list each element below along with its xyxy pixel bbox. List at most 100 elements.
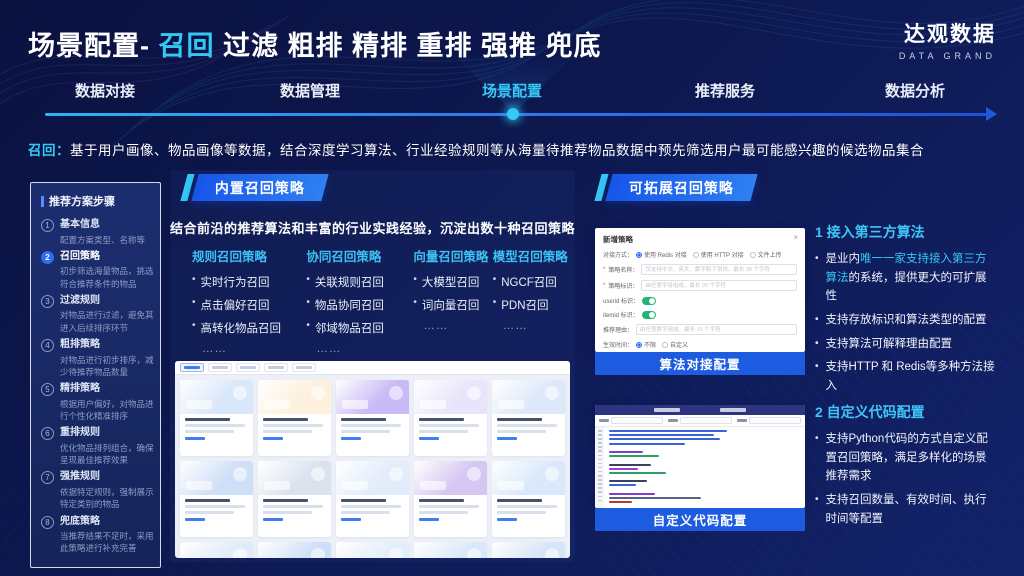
builtin-tab-badge: 内置召回策略: [184, 174, 325, 201]
step-number: 3: [41, 295, 54, 308]
radio-icon: [662, 342, 668, 348]
title-prefix: 场景配置-: [28, 31, 159, 61]
card-text-bar: [419, 511, 468, 514]
card-illustration: [258, 542, 331, 558]
feature-point-title: 2 自定义代码配置: [815, 402, 997, 422]
step-title: 过滤规则: [60, 294, 155, 308]
strategy-card[interactable]: [414, 542, 487, 558]
timeline-arrow-icon: [986, 107, 997, 121]
card-body: [414, 495, 487, 521]
card-text-bar: [341, 511, 390, 514]
bullet-icon: •: [413, 274, 417, 290]
recall-text: 基于用户画像、物品画像等数据，结合深度学习算法、行业经验规则等从海量待推荐物品数…: [70, 143, 924, 158]
gallery-tab[interactable]: [236, 363, 260, 372]
feature-bullet: •支持召回数量、有效时间、执行时间等配置: [815, 491, 997, 528]
step-desc: 当推荐结果不足时，采用此策略进行补充完善: [60, 530, 155, 555]
step-title: 重排规则: [60, 426, 155, 440]
itemid-toggle[interactable]: [642, 311, 656, 319]
strategy-name-input[interactable]: 仅支持中文、英文、数字和下划线，最长 30 个字符: [641, 264, 797, 275]
sidebar-step[interactable]: 6重排规则优化物品排列组合，确保呈现最佳推荐效果: [41, 426, 154, 466]
code-editor-fields: [595, 415, 805, 427]
step-number: 6: [41, 427, 54, 440]
strategy-card[interactable]: [492, 461, 565, 537]
strategy-name-label: 策略名称：: [608, 265, 638, 274]
step-body: 兜底策略当推荐结果不足时，采用此策略进行补充完善: [60, 515, 155, 555]
close-icon[interactable]: ×: [793, 233, 798, 242]
strategy-card[interactable]: [336, 542, 409, 558]
effective-time-option[interactable]: 不限: [636, 340, 656, 349]
card-text-bar: [497, 430, 546, 433]
recall-item: •点击偏好召回: [192, 297, 306, 313]
strategy-key-label: 策略标识：: [608, 281, 638, 290]
card-text-bar: [419, 499, 464, 502]
userid-toggle[interactable]: [642, 297, 656, 305]
gallery-tab[interactable]: [180, 363, 204, 372]
strategy-gallery-screenshot: [175, 361, 570, 558]
effective-time-option[interactable]: 自定义: [662, 340, 688, 349]
sidebar-step[interactable]: 1 基本信息配置方案类型、名称等: [41, 218, 154, 246]
sidebar-step[interactable]: 7强推规则依据特定规则，强制展示特定类别的物品: [41, 470, 154, 510]
card-illustration: [492, 461, 565, 495]
timeline-active-dot: [507, 108, 519, 120]
strategy-card[interactable]: [180, 461, 253, 537]
gallery-tab[interactable]: [264, 363, 288, 372]
nav-item-3[interactable]: 场景配置: [482, 80, 542, 101]
sidebar-step[interactable]: 3 过滤规则对物品进行过滤，避免其进入后续排序环节: [41, 294, 154, 334]
card-text-bar: [341, 418, 386, 421]
nav-item-2[interactable]: 数据管理: [280, 80, 340, 101]
recall-item-more: ……: [192, 343, 306, 355]
card-illustration: [180, 542, 253, 558]
effective-time-label: 生效时间：: [603, 340, 633, 349]
recall-item: •物品协同召回: [306, 297, 413, 313]
step-body: 基本信息配置方案类型、名称等: [60, 218, 155, 246]
feature-point-1: 1 接入第三方算法•是业内唯一一家支持接入第三方算法的系统，提供更大的可扩展性•…: [815, 222, 997, 400]
strategy-card[interactable]: [492, 380, 565, 456]
nav-item-5[interactable]: 数据分析: [885, 80, 945, 101]
strategy-card[interactable]: [414, 461, 487, 537]
card-text-bar: [497, 505, 557, 508]
connect-mode-option[interactable]: 使用 HTTP 对接: [693, 250, 744, 259]
step-body: 精排策略根据用户偏好，对物品进行个性化精准排序: [60, 382, 155, 422]
card-illustration: [414, 542, 487, 558]
sidebar-step[interactable]: 4粗排策略对物品进行初步排序，减少待推荐物品数量: [41, 338, 154, 378]
nav-item-1[interactable]: 数据对接: [75, 80, 135, 101]
strategy-card[interactable]: [258, 461, 331, 537]
card-body: [336, 495, 409, 521]
strategy-card[interactable]: [180, 542, 253, 558]
strategy-key-input[interactable]: 由任意字母组成，最长 20 个字符: [641, 280, 797, 291]
connect-mode-option[interactable]: 使用 Redis 对接: [636, 250, 687, 259]
nav-item-4[interactable]: 推荐服务: [695, 80, 755, 101]
card-illustration: [336, 380, 409, 414]
step-desc: 对物品进行过滤，避免其进入后续排序环节: [60, 309, 155, 334]
strategy-card[interactable]: [258, 380, 331, 456]
bullet-icon: •: [815, 251, 819, 306]
card-illustration: [336, 461, 409, 495]
strategy-card[interactable]: [336, 461, 409, 537]
sidebar-step[interactable]: 8兜底策略当推荐结果不足时，采用此策略进行补充完善: [41, 515, 154, 555]
add-strategy-modal-screenshot: 新增策略 × 对接方式： 使用 Redis 对接使用 HTTP 对接文件上传 *…: [595, 228, 805, 352]
recall-item-label: 点击偏好召回: [201, 297, 270, 313]
card-text-bar: [263, 505, 323, 508]
sidebar-step[interactable]: 2召回策略初步筛选海量物品，挑选符合推荐条件的物品: [41, 250, 154, 290]
sidebar-step[interactable]: 5精排策略根据用户偏好，对物品进行个性化精准排序: [41, 382, 154, 422]
gallery-tab[interactable]: [208, 363, 232, 372]
recall-item-label: 物品协同召回: [315, 297, 384, 313]
strategy-card[interactable]: [180, 380, 253, 456]
recommendation-steps-sidebar: 推荐方案步骤 1基本信息配置方案类型、名称等2召回策略初步筛选海量物品，挑选符合…: [30, 182, 161, 568]
recall-column: 向量召回策略•大模型召回•词向量召回……: [413, 246, 492, 362]
connect-mode-label: 对接方式：: [603, 250, 633, 259]
strategy-card[interactable]: [336, 380, 409, 456]
connect-mode-option[interactable]: 文件上传: [750, 250, 782, 259]
strategy-card[interactable]: [414, 380, 487, 456]
bullet-pre: 是业内: [826, 253, 861, 265]
step-number: 1: [41, 219, 54, 232]
strategy-card[interactable]: [258, 542, 331, 558]
card-body: [414, 414, 487, 440]
gallery-tab[interactable]: [292, 363, 316, 372]
recall-item-label: PDN召回: [501, 297, 548, 313]
reason-input[interactable]: 由任意数字组成，最长 15 个字符: [636, 324, 797, 335]
radio-icon: [750, 252, 756, 258]
card-text-bar: [185, 430, 234, 433]
strategy-card[interactable]: [492, 542, 565, 558]
card-text-bar: [263, 418, 308, 421]
